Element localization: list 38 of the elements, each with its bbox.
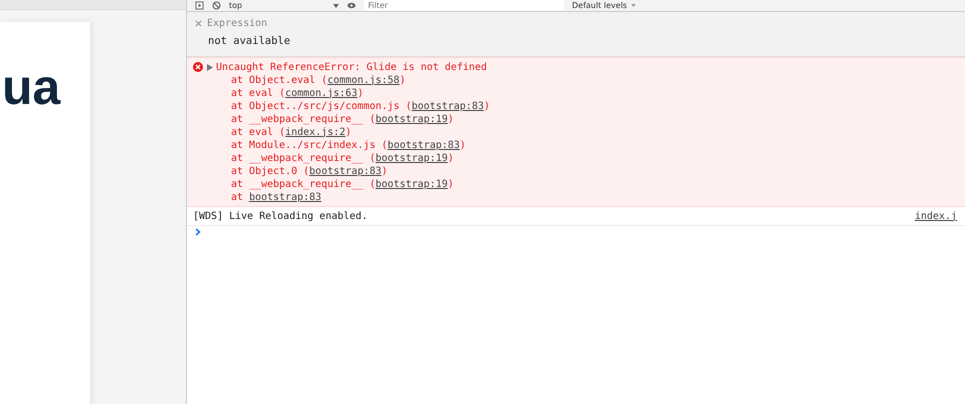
- source-link[interactable]: bootstrap:83: [388, 140, 460, 151]
- caret-icon: [630, 4, 636, 7]
- sidebar-toggle-icon[interactable]: [195, 1, 204, 10]
- source-link[interactable]: bootstrap:19: [376, 114, 448, 125]
- clear-console-icon[interactable]: [212, 1, 221, 10]
- source-link[interactable]: bootstrap:83: [249, 192, 322, 203]
- source-link[interactable]: index.js:2: [285, 126, 346, 138]
- source-link[interactable]: index.j: [914, 210, 957, 223]
- caret-icon: [333, 4, 339, 8]
- stack-frame: at eval (index.js:2): [231, 126, 957, 139]
- stack-frame: at __webpack_require__ (bootstrap:19): [231, 112, 957, 126]
- source-link[interactable]: bootstrap:19: [376, 178, 448, 190]
- source-link[interactable]: bootstrap:19: [376, 152, 448, 164]
- error-message: Uncaught ReferenceError: Glide is not defined: [216, 60, 487, 74]
- console-prompt-icon[interactable]: [195, 228, 201, 236]
- source-link[interactable]: bootstrap:83: [309, 166, 382, 177]
- stack-frame: at Object../src/js/common.js (bootstrap:83): [231, 100, 957, 113]
- context-dropdown[interactable]: top: [229, 0, 339, 11]
- source-link[interactable]: common.js:58: [327, 74, 400, 86]
- source-link[interactable]: common.js:63: [285, 88, 358, 99]
- stack-frame: at eval (common.js:63): [231, 86, 957, 100]
- page-heading: ua: [2, 62, 62, 112]
- expression-value: not available: [208, 34, 292, 49]
- filter-field[interactable]: Filter: [364, 0, 564, 11]
- error-icon: [193, 62, 203, 72]
- stack-frame: at Object.eval (common.js:58): [231, 74, 957, 87]
- log-levels-dropdown[interactable]: Default levels: [572, 2, 636, 10]
- log-message: [WDS] Live Reloading enabled.: [193, 210, 368, 223]
- stack-frame: at __webpack_require__ (bootstrap:19): [231, 152, 957, 165]
- stack-frame: at Object.0 (bootstrap:83): [231, 164, 957, 178]
- expand-toggle-icon[interactable]: [207, 64, 213, 71]
- eye-icon[interactable]: [347, 1, 356, 10]
- close-icon[interactable]: [195, 20, 202, 27]
- source-link[interactable]: bootstrap:83: [412, 100, 484, 112]
- stack-frame: at Module../src/index.js (bootstrap:83): [231, 138, 957, 152]
- stack-frame: at __webpack_require__ (bootstrap:19): [231, 178, 957, 191]
- stack-frame: at bootstrap:83: [231, 190, 957, 204]
- expression-label: Expression: [207, 18, 268, 29]
